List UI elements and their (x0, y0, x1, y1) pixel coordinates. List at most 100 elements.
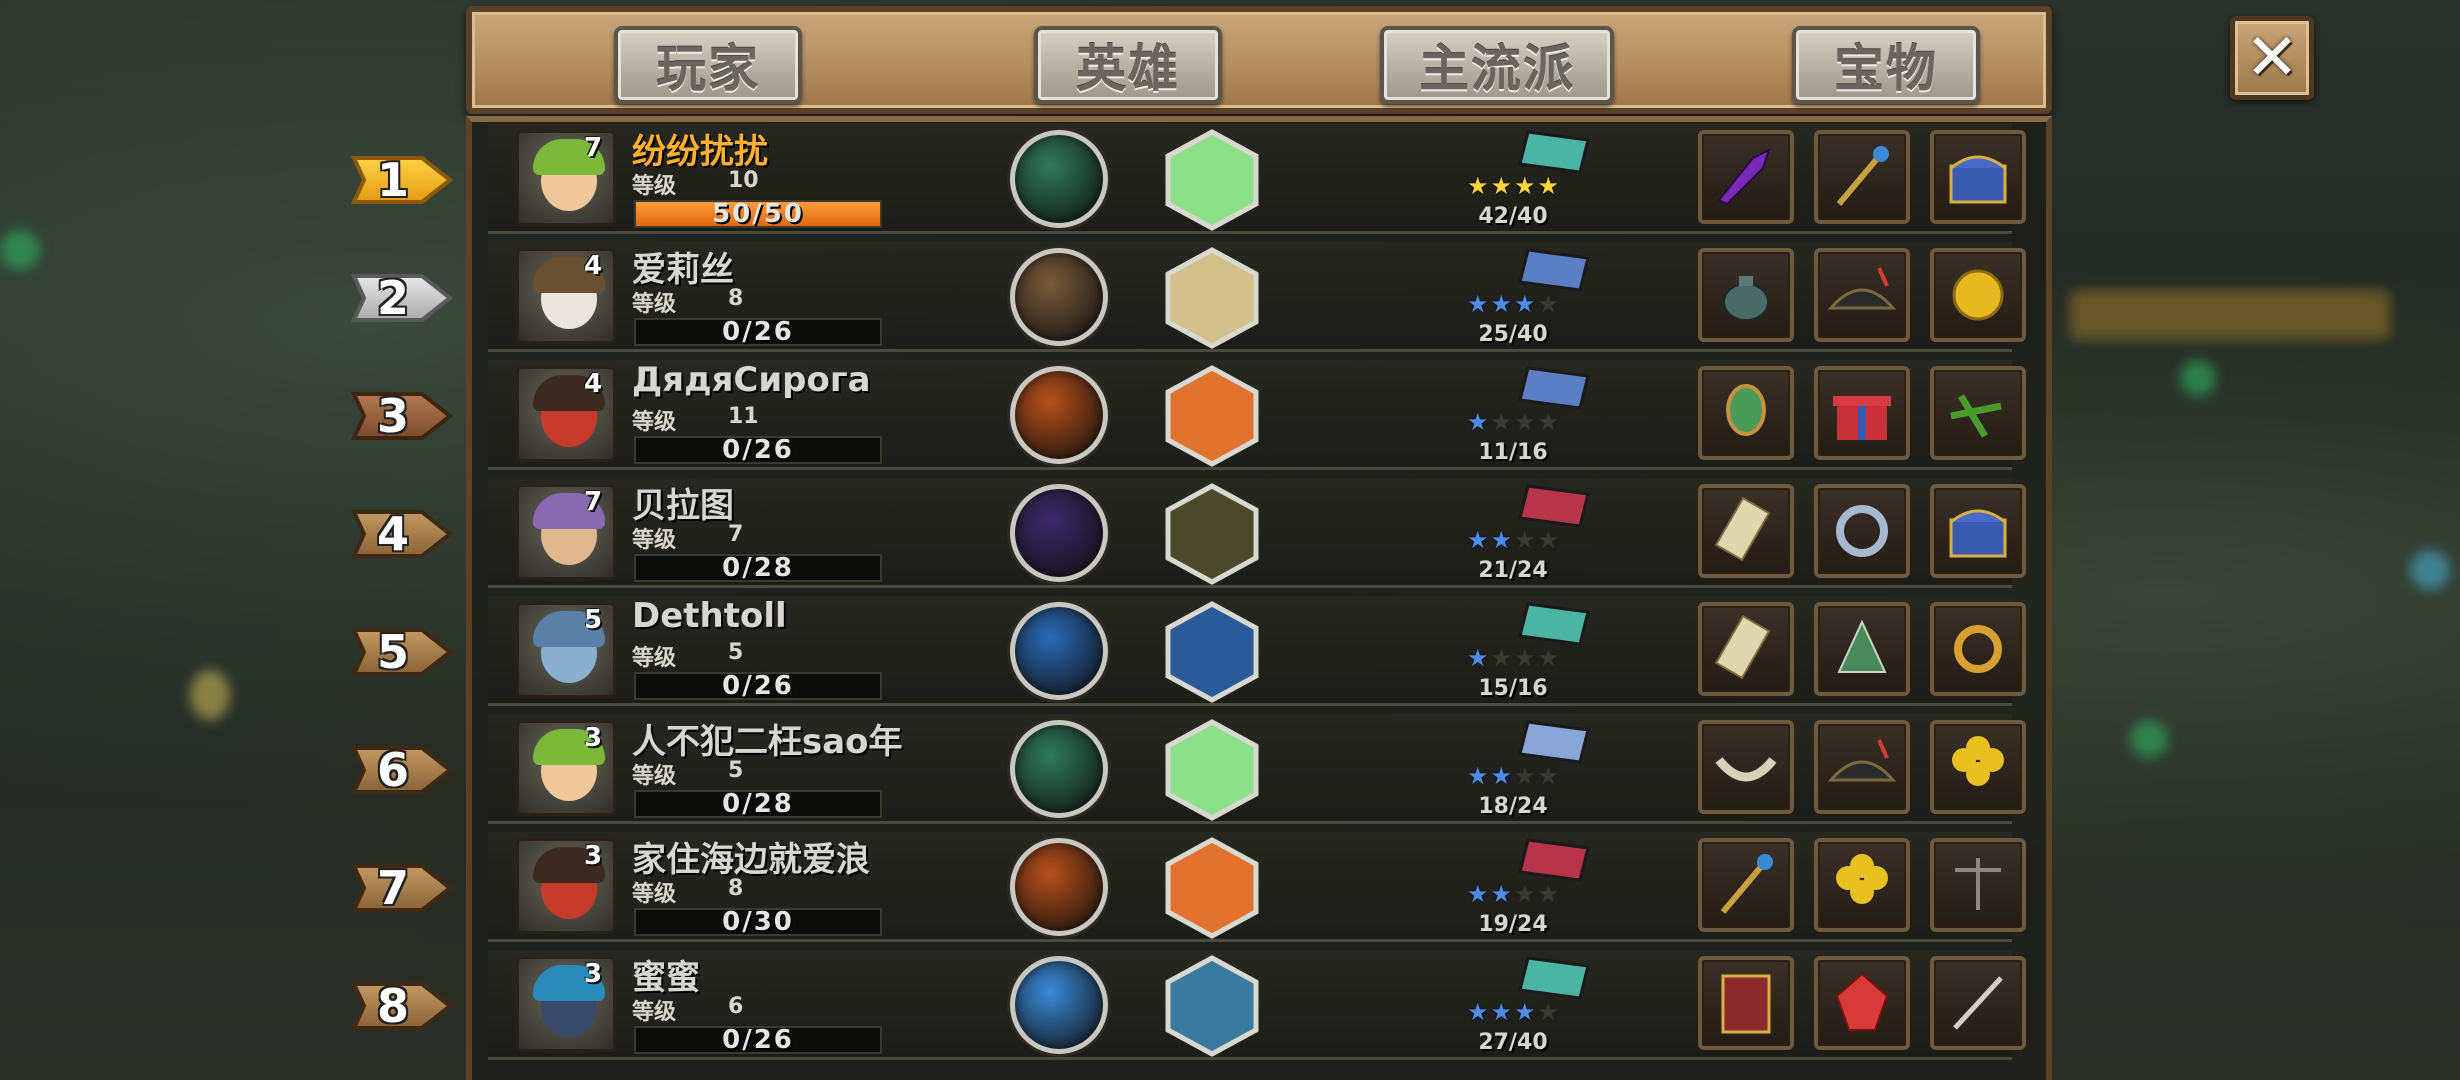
hero-ability-icon[interactable] (1160, 718, 1264, 822)
star-icon: ★ (1490, 644, 1512, 672)
close-icon: ✕ (2245, 21, 2299, 95)
xp-text: 0/30 (722, 907, 794, 937)
level-label: 等级 (632, 882, 677, 907)
star-icon: ★ (1490, 762, 1512, 790)
treasure-slot[interactable] (1698, 602, 1794, 696)
player-level: 5 (728, 758, 744, 783)
player-level: 8 (728, 286, 744, 311)
treasure-slot[interactable] (1930, 366, 2026, 460)
star-icon: ★ (1466, 762, 1489, 790)
treasure-slot[interactable] (1930, 602, 2026, 696)
level-label: 等级 (632, 528, 677, 553)
hero-skill-icon[interactable] (1010, 720, 1108, 818)
hero-level-badge: 7 (572, 128, 614, 168)
treasure-slot[interactable] (1814, 366, 1910, 460)
star-icon: ★ (1537, 172, 1560, 200)
hero-skill-icon[interactable] (1010, 130, 1108, 228)
treasure-slot[interactable] (1698, 130, 1794, 224)
star-icon: ★ (1514, 290, 1536, 318)
rank-badge: 5 (350, 622, 454, 682)
treasure-slot[interactable] (1814, 956, 1910, 1050)
xp-bar: 0/26 (634, 435, 882, 465)
star-icon: ★ (1466, 526, 1489, 554)
treasure-slot[interactable] (1814, 248, 1910, 342)
hero-skill-icon[interactable] (1010, 248, 1108, 346)
player-name: 纷纷扰扰 (632, 132, 768, 172)
pirate-hat-icon (1827, 267, 1897, 310)
star-icon: ★ (1537, 526, 1560, 554)
treasure-slot[interactable] (1814, 602, 1910, 696)
hero-ability-icon[interactable] (1160, 246, 1264, 350)
rank-badge: 4 (350, 504, 454, 564)
star-icon: ★ (1466, 408, 1489, 436)
leaderboard-row[interactable]: 3 人不犯二枉sao年 等级 5 0/28 ★ ★ ★ ★ 18/24 (488, 714, 2026, 824)
xp-text: 0/28 (722, 553, 794, 583)
faction-stars: ★ ★ ★ ★ (1448, 290, 1578, 318)
faction-stars: ★ ★ ★ ★ (1448, 762, 1578, 790)
leaderboard-row[interactable]: 3 蜜蜜 等级 6 0/26 ★ ★ ★ ★ 27/40 (488, 950, 2026, 1060)
hero-skill-icon[interactable] (1010, 838, 1108, 936)
player-name: ДядяСирога (632, 360, 871, 400)
player-level: 7 (728, 522, 744, 547)
level-label: 等级 (632, 764, 677, 789)
star-icon: ★ (1514, 644, 1536, 672)
hero-skill-icon[interactable] (1010, 602, 1108, 700)
faction-stars: ★ ★ ★ ★ (1448, 172, 1578, 200)
leaderboard-row[interactable]: 7 纷纷扰扰 等级 10 50/50 ★ ★ ★ ★ 42/40 (488, 124, 2026, 234)
faction-progress-text: 27/40 (1478, 1030, 1548, 1055)
leaderboard-row[interactable]: 7 贝拉图 等级 7 0/28 ★ ★ ★ ★ 21/24 (488, 478, 2026, 588)
hero-ability-icon[interactable] (1160, 364, 1264, 468)
treasure-slot[interactable] (1930, 956, 2026, 1050)
treasure-slot[interactable] (1698, 484, 1794, 578)
leaderboard-row[interactable]: 4 ДядяСирога 等级 11 0/26 ★ ★ ★ ★ 11/16 (488, 360, 2026, 470)
rank-badge: 6 (350, 740, 454, 800)
leaderboard-row[interactable]: 3 家住海边就爱浪 等级 8 0/30 ★ ★ ★ ★ 19/24 (488, 832, 2026, 942)
close-button[interactable]: ✕ (2230, 16, 2314, 100)
green-mirror-icon (1726, 384, 1766, 436)
treasure-slot[interactable] (1814, 720, 1910, 814)
rank-number: 1 (376, 153, 409, 207)
star-icon: ★ (1490, 880, 1512, 908)
treasure-slot[interactable] (1698, 956, 1794, 1050)
gift-box-icon (1833, 396, 1891, 440)
leaderboard-row[interactable]: 4 爱莉丝 等级 8 0/26 ★ ★ ★ ★ 25/40 (488, 242, 2026, 352)
treasure-slot[interactable] (1698, 720, 1794, 814)
star-icon: ★ (1466, 172, 1489, 200)
rank-number: 4 (376, 507, 409, 561)
treasure-slot[interactable] (1698, 838, 1794, 932)
tab-treasures[interactable]: 宝物 (1792, 26, 1980, 104)
hero-level-badge: 3 (572, 836, 614, 876)
hero-ability-icon[interactable] (1160, 600, 1264, 704)
treasure-slot[interactable] (1814, 130, 1910, 224)
hero-skill-icon[interactable] (1010, 484, 1108, 582)
hero-skill-icon[interactable] (1010, 956, 1108, 1054)
star-icon: ★ (1466, 644, 1489, 672)
xp-text: 50/50 (712, 199, 804, 229)
leaderboard-row[interactable]: 5 Dethtoll 等级 5 0/26 ★ ★ ★ ★ 15/16 (488, 596, 2026, 706)
treasure-slot[interactable] (1814, 484, 1910, 578)
treasure-slot[interactable] (1930, 838, 2026, 932)
hero-ability-icon[interactable] (1160, 836, 1264, 940)
treasure-slot[interactable] (1698, 248, 1794, 342)
hero-ability-icon[interactable] (1160, 128, 1264, 232)
hero-skill-icon[interactable] (1010, 366, 1108, 464)
treasure-slot[interactable] (1930, 484, 2026, 578)
tab-players[interactable]: 玩家 (614, 26, 802, 104)
star-icon: ★ (1466, 998, 1489, 1026)
tab-label: 英雄 (1076, 40, 1180, 98)
hero-ability-icon[interactable] (1160, 954, 1264, 1058)
xp-text: 0/26 (722, 671, 794, 701)
tab-label: 玩家 (656, 40, 760, 98)
staff-icon (1720, 854, 1773, 914)
treasure-slot[interactable] (1930, 130, 2026, 224)
tab-heroes[interactable]: 英雄 (1034, 26, 1222, 104)
player-level: 6 (728, 994, 744, 1019)
treasure-slot[interactable] (1930, 248, 2026, 342)
treasure-slot[interactable] (1930, 720, 2026, 814)
tab-main-faction[interactable]: 主流派 (1380, 26, 1614, 104)
treasure-slot[interactable] (1698, 366, 1794, 460)
xp-bar: 0/26 (634, 317, 882, 347)
hero-ability-icon[interactable] (1160, 482, 1264, 586)
faction-progress-text: 19/24 (1478, 912, 1548, 937)
treasure-slot[interactable] (1814, 838, 1910, 932)
